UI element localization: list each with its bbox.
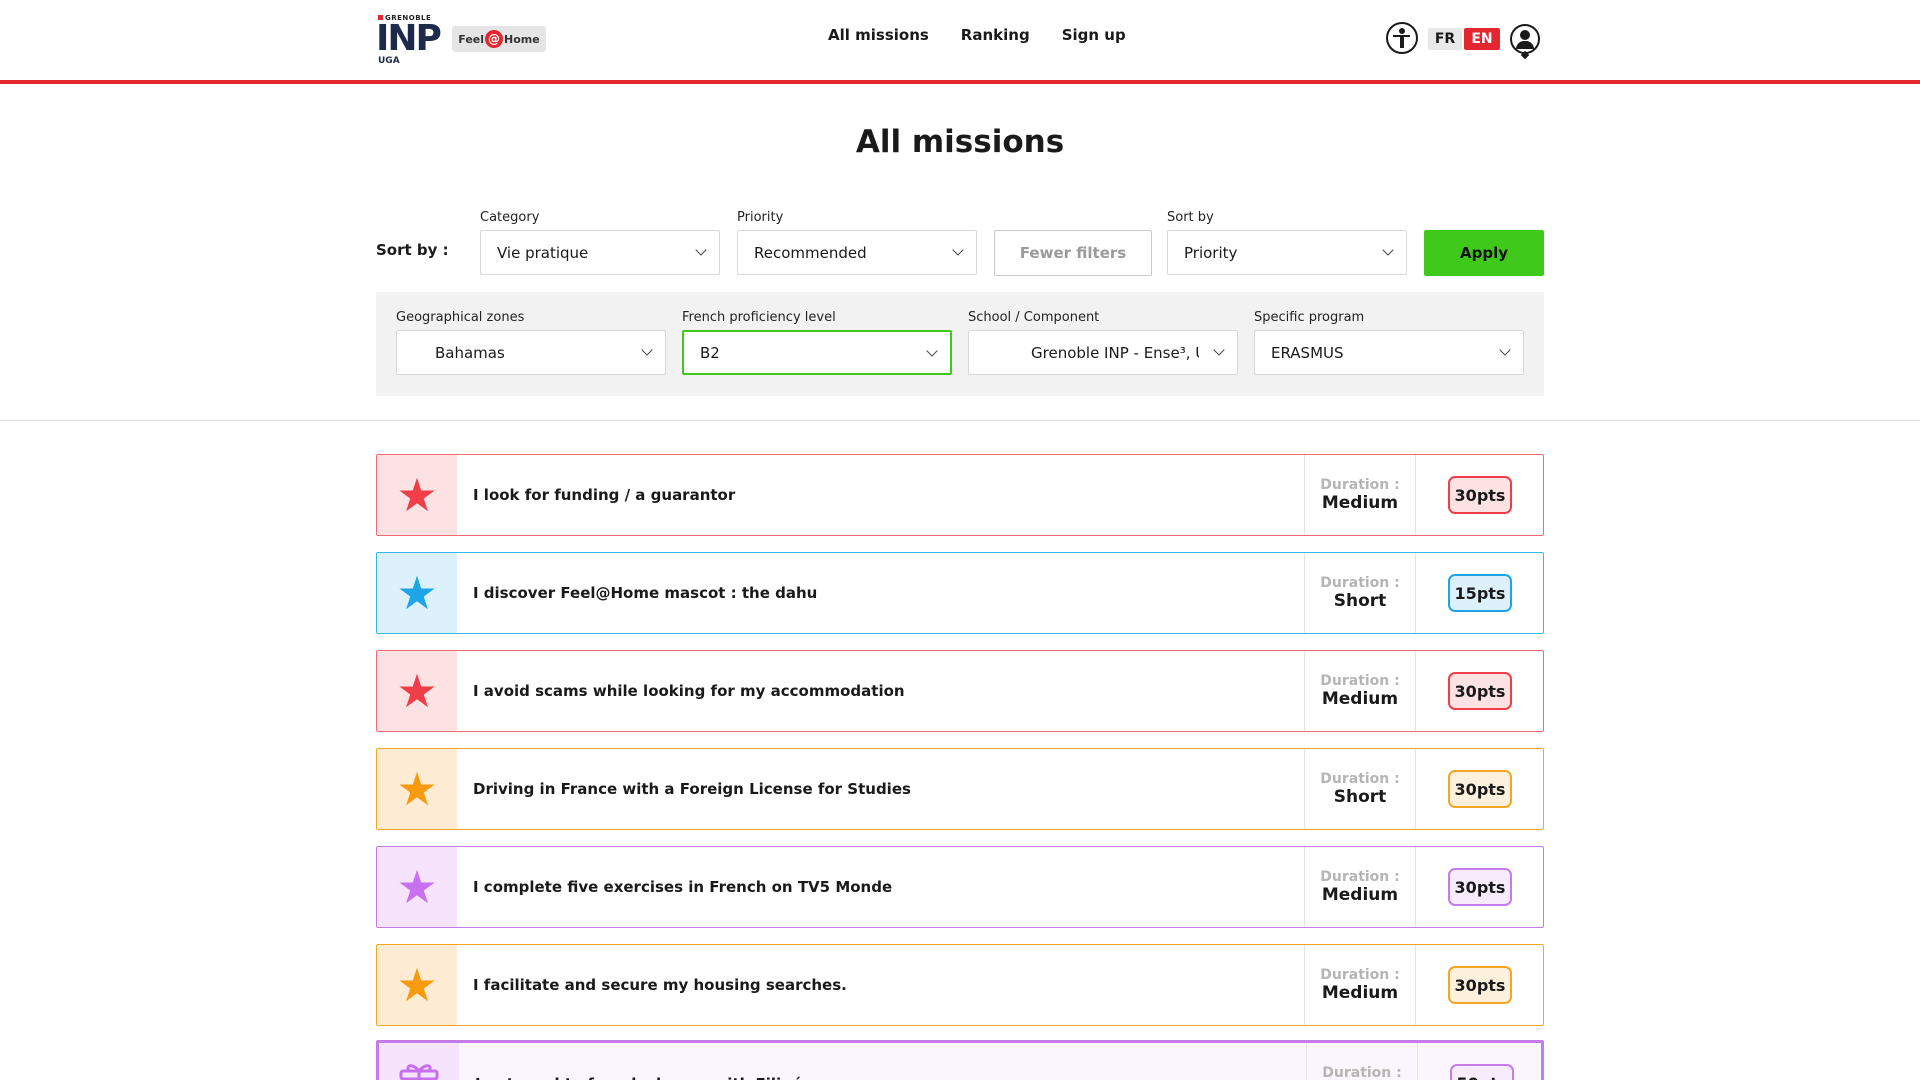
duration-value: Medium xyxy=(1321,689,1399,709)
lang-fr-button[interactable]: FR xyxy=(1428,28,1462,50)
mission-card[interactable]: ★ I complete five exercises in French on… xyxy=(376,846,1544,928)
page-title: All missions xyxy=(855,124,1065,160)
mission-title: I discover Feel@Home mascot : the dahu xyxy=(473,584,818,602)
mission-duration: Duration : Medium xyxy=(1304,455,1416,535)
mission-duration: Duration : Short xyxy=(1304,749,1416,829)
points-badge: 50pts xyxy=(1450,1064,1514,1080)
logo-main-text: INP xyxy=(376,18,442,59)
nav-ranking[interactable]: Ranking xyxy=(961,26,1030,44)
duration-label: Duration : xyxy=(1322,1065,1402,1080)
category-value: Vie pratique xyxy=(497,243,589,262)
mission-card[interactable]: I get used to french classes with Filipé… xyxy=(376,1040,1544,1080)
priority-value: Recommended xyxy=(754,243,867,262)
points-badge: 30pts xyxy=(1448,770,1512,808)
star-icon: ★ xyxy=(396,958,438,1012)
mission-duration: Duration : xyxy=(1306,1043,1418,1080)
accessibility-icon[interactable] xyxy=(1386,22,1418,54)
category-label: Category xyxy=(480,210,540,225)
sort-by-field-label: Sort by xyxy=(1167,210,1214,225)
french-level-value: B2 xyxy=(700,343,720,362)
sort-by-value: Priority xyxy=(1184,243,1238,262)
french-level-select[interactable]: B2 xyxy=(682,330,952,375)
school-label: School / Component xyxy=(968,310,1100,325)
nav-all-missions[interactable]: All missions xyxy=(828,26,929,44)
duration-label: Duration : xyxy=(1320,575,1400,591)
geo-zones-value: Bahamas xyxy=(435,343,505,362)
points-badge: 30pts xyxy=(1448,672,1512,710)
points-badge: 30pts xyxy=(1448,966,1512,1004)
program-select[interactable]: ERASMUS xyxy=(1254,330,1524,375)
main-nav: All missions Ranking Sign up xyxy=(828,26,1126,44)
priority-label: Priority xyxy=(737,210,784,225)
geo-zones-label: Geographical zones xyxy=(396,310,525,325)
duration-label: Duration : xyxy=(1320,967,1400,983)
star-icon: ★ xyxy=(396,566,438,620)
duration-value: Short xyxy=(1333,787,1387,807)
mission-title: I get used to french classes with Filipé xyxy=(475,1043,802,1080)
nav-sign-up[interactable]: Sign up xyxy=(1062,26,1126,44)
french-level-label: French proficiency level xyxy=(682,310,836,325)
star-icon: ★ xyxy=(396,860,438,914)
site-header: GRENOBLE INP UGA Feel @ Home All mission… xyxy=(0,0,1920,84)
duration-value: Medium xyxy=(1321,983,1399,1003)
mission-card[interactable]: ★ I discover Feel@Home mascot : the dahu… xyxy=(376,552,1544,634)
duration-label: Duration : xyxy=(1320,771,1400,787)
chevron-down-icon xyxy=(1499,344,1511,356)
duration-value: Medium xyxy=(1321,885,1399,905)
chevron-down-icon xyxy=(1213,344,1225,356)
points-badge: 15pts xyxy=(1448,574,1512,612)
chevron-down-icon xyxy=(1382,244,1394,256)
sort-by-label: Sort by : xyxy=(376,241,449,259)
lang-en-button[interactable]: EN xyxy=(1464,28,1500,50)
mission-title: I facilitate and secure my housing searc… xyxy=(473,976,847,994)
badge-right-text: Home xyxy=(504,32,540,46)
mission-duration: Duration : Medium xyxy=(1304,651,1416,731)
school-select[interactable]: Grenoble INP - Ense³, U xyxy=(968,330,1238,375)
chevron-down-icon xyxy=(926,345,938,357)
duration-label: Duration : xyxy=(1320,673,1400,689)
duration-label: Duration : xyxy=(1320,869,1400,885)
mission-title: I complete five exercises in French on T… xyxy=(473,878,893,896)
chevron-down-icon xyxy=(952,244,964,256)
program-value: ERASMUS xyxy=(1271,343,1344,362)
duration-value: Medium xyxy=(1321,493,1399,513)
star-icon: ★ xyxy=(396,664,438,718)
apply-button[interactable]: Apply xyxy=(1424,230,1544,276)
points-badge: 30pts xyxy=(1448,868,1512,906)
chevron-down-icon xyxy=(641,344,653,356)
duration-value: Short xyxy=(1333,591,1387,611)
user-account-icon[interactable] xyxy=(1510,24,1540,60)
mission-card[interactable]: ★ I avoid scams while looking for my acc… xyxy=(376,650,1544,732)
mission-duration: Duration : Medium xyxy=(1304,945,1416,1025)
fewer-filters-button[interactable]: Fewer filters xyxy=(994,230,1152,276)
mission-duration: Duration : Short xyxy=(1304,553,1416,633)
priority-select[interactable]: Recommended xyxy=(737,230,977,275)
school-value: Grenoble INP - Ense³, U xyxy=(1031,343,1199,362)
mission-card[interactable]: ★ I facilitate and secure my housing sea… xyxy=(376,944,1544,1026)
geo-zones-select[interactable]: Bahamas xyxy=(396,330,666,375)
badge-at-icon: @ xyxy=(485,30,504,48)
gift-icon xyxy=(399,1064,439,1080)
sort-by-select[interactable]: Priority xyxy=(1167,230,1407,275)
chevron-down-icon xyxy=(695,244,707,256)
star-icon: ★ xyxy=(396,468,438,522)
category-select[interactable]: Vie pratique xyxy=(480,230,720,275)
section-divider xyxy=(0,420,1920,421)
feel-at-home-badge[interactable]: Feel @ Home xyxy=(452,26,546,52)
mission-title: I look for funding / a guarantor xyxy=(473,486,736,504)
mission-title: I avoid scams while looking for my accom… xyxy=(473,682,905,700)
duration-label: Duration : xyxy=(1320,477,1400,493)
mission-card[interactable]: ★ Driving in France with a Foreign Licen… xyxy=(376,748,1544,830)
mission-card[interactable]: ★ I look for funding / a guarantor Durat… xyxy=(376,454,1544,536)
logo-sub-text: UGA xyxy=(378,56,400,66)
badge-left-text: Feel xyxy=(458,32,485,46)
mission-title: Driving in France with a Foreign License… xyxy=(473,780,911,798)
program-label: Specific program xyxy=(1254,310,1365,325)
star-icon: ★ xyxy=(396,762,438,816)
points-badge: 30pts xyxy=(1448,476,1512,514)
mission-duration: Duration : Medium xyxy=(1304,847,1416,927)
grenoble-inp-logo[interactable]: GRENOBLE INP UGA xyxy=(376,14,442,66)
